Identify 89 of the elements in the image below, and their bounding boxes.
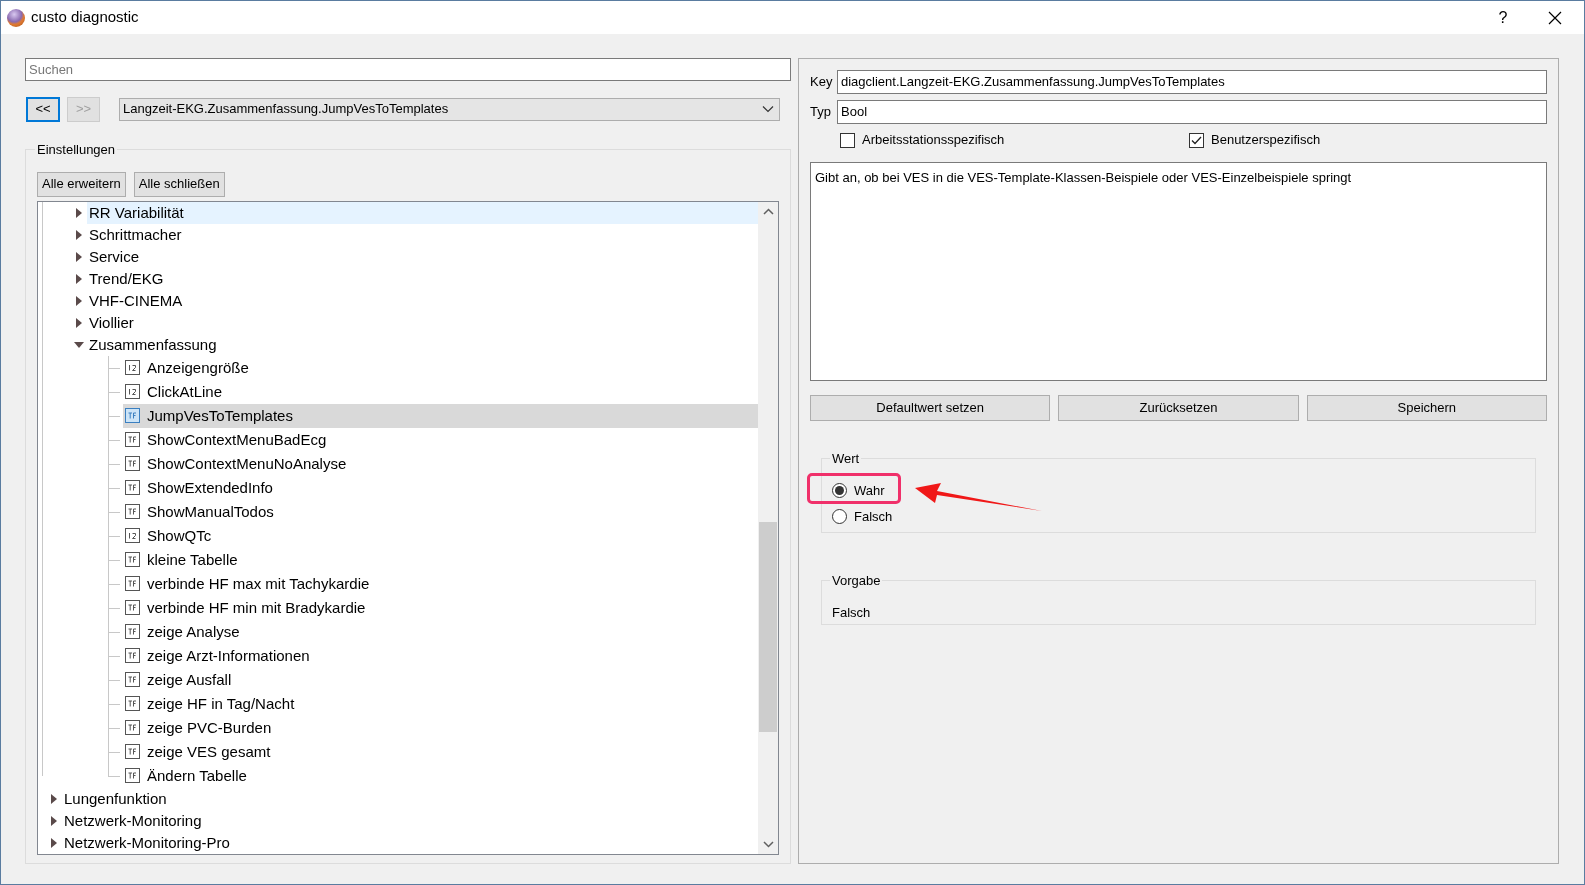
boolean-type-icon: [125, 696, 140, 711]
checkbox-label: Benutzerspezifisch: [1211, 131, 1321, 150]
expand-icon[interactable]: [74, 251, 84, 262]
back-button[interactable]: <<: [26, 96, 60, 122]
description-text-area[interactable]: Gibt an, ob bei VES in die VES-Template-Klassen-Beispiele oder VES-Einzelbeispiele springt: [810, 162, 1547, 381]
scrollbar[interactable]: [758, 201, 778, 854]
tree-item[interactable]: Netzwerk-Monitoring-Pro: [62, 831, 758, 854]
tree-item[interactable]: ShowManualTodos: [123, 499, 758, 524]
tree-item[interactable]: zeige Analyse: [123, 619, 758, 644]
tree-item[interactable]: Anzeigengröße: [123, 355, 758, 380]
help-button[interactable]: ?: [1480, 1, 1526, 34]
default-value: Falsch: [832, 603, 872, 622]
radio-button[interactable]: [832, 509, 847, 524]
tree-item[interactable]: Ändern Tabelle: [123, 763, 758, 788]
tree-item[interactable]: ShowQTc: [123, 523, 758, 548]
tree-item[interactable]: zeige Ausfall: [123, 667, 758, 692]
tree-item[interactable]: zeige PVC-Burden: [123, 715, 758, 740]
chevron-down-icon[interactable]: [762, 105, 774, 113]
scroll-up-icon[interactable]: [762, 207, 774, 215]
boolean-type-icon: [125, 480, 140, 495]
boolean-type-icon: [125, 576, 140, 591]
group-title: Wert: [831, 450, 861, 468]
tree-item[interactable]: kleine Tabelle: [123, 547, 758, 572]
tree-item[interactable]: ShowContextMenuNoAnalyse: [123, 451, 758, 476]
radio-label: Falsch: [854, 507, 893, 526]
boolean-type-icon: [125, 408, 140, 423]
action-button[interactable]: Defaultwert setzen: [810, 395, 1051, 421]
action-button[interactable]: Zurücksetzen: [1058, 395, 1299, 421]
window-title: custo diagnostic: [31, 7, 139, 28]
boolean-type-icon: [125, 672, 140, 687]
tree-item[interactable]: RR Variabilität: [87, 201, 758, 224]
tree-item[interactable]: ClickAtLine: [123, 379, 758, 404]
tree-item[interactable]: ShowContextMenuBadEcg: [123, 427, 758, 452]
tree-item[interactable]: zeige HF in Tag/Nacht: [123, 691, 758, 716]
expand-icon[interactable]: [49, 837, 59, 848]
app-icon: [7, 8, 25, 27]
checkbox[interactable]: [840, 132, 855, 148]
boolean-type-icon: [125, 504, 140, 519]
boolean-type-icon: [125, 768, 140, 783]
expand-icon[interactable]: [74, 229, 84, 240]
tree-item[interactable]: verbinde HF min mit Bradykardie: [123, 595, 758, 620]
expand-icon[interactable]: [74, 295, 84, 306]
tree-item[interactable]: Lungenfunktion: [62, 787, 758, 810]
key-field[interactable]: diagclient.Langzeit-EKG.Zusammenfassung.JumpVesToTemplates: [837, 69, 1547, 94]
boolean-type-icon: [125, 600, 140, 615]
number-type-icon: [125, 360, 140, 375]
scroll-down-icon[interactable]: [762, 840, 774, 848]
search-field[interactable]: Suchen: [25, 58, 791, 81]
group-title: Vorgabe: [831, 572, 882, 590]
scroll-thumb[interactable]: [759, 521, 777, 732]
boolean-type-icon: [125, 720, 140, 735]
tree-item[interactable]: Zusammenfassung: [87, 333, 758, 356]
tree-button[interactable]: Alle schließen: [133, 171, 225, 197]
expand-icon[interactable]: [74, 207, 84, 218]
collapse-icon[interactable]: [74, 339, 84, 350]
tree-item[interactable]: VHF-CINEMA: [87, 289, 758, 312]
expand-icon[interactable]: [49, 793, 59, 804]
path-dropdown[interactable]: Langzeit-EKG.Zusammenfassung.JumpVesToTemplates: [119, 97, 780, 121]
boolean-type-icon: [125, 456, 140, 471]
tree-item[interactable]: Trend/EKG: [87, 267, 758, 290]
type-field[interactable]: Bool: [837, 99, 1547, 124]
expand-icon[interactable]: [74, 273, 84, 284]
tree-item[interactable]: JumpVesToTemplates: [123, 403, 758, 428]
field-label: Key: [810, 72, 834, 91]
tree-item[interactable]: Viollier: [87, 311, 758, 334]
radio-label: Wahr: [854, 481, 885, 500]
boolean-type-icon: [125, 552, 140, 567]
checkbox-label: Arbeitsstationsspezifisch: [862, 131, 1005, 150]
checkbox[interactable]: [1189, 132, 1204, 148]
tree-item[interactable]: ShowExtendedInfo: [123, 475, 758, 500]
expand-icon[interactable]: [74, 317, 84, 328]
tree-item[interactable]: zeige Arzt-Informationen: [123, 643, 758, 668]
boolean-type-icon: [125, 432, 140, 447]
boolean-type-icon: [125, 624, 140, 639]
number-type-icon: [125, 528, 140, 543]
boolean-type-icon: [125, 744, 140, 759]
number-type-icon: [125, 384, 140, 399]
expand-icon[interactable]: [49, 815, 59, 826]
group-title: Einstellungen: [36, 141, 117, 159]
tree-button[interactable]: Alle erweitern: [37, 171, 126, 197]
tree-item[interactable]: Service: [87, 245, 758, 268]
tree-item[interactable]: verbinde HF max mit Tachykardie: [123, 571, 758, 596]
action-button[interactable]: Speichern: [1306, 395, 1547, 421]
tree-item[interactable]: Schrittmacher: [87, 223, 758, 246]
field-label: Typ: [810, 102, 832, 121]
boolean-type-icon: [125, 648, 140, 663]
radio-button[interactable]: [832, 483, 847, 498]
tree-item[interactable]: zeige VES gesamt: [123, 739, 758, 764]
tree-item[interactable]: Netzwerk-Monitoring: [62, 809, 758, 832]
